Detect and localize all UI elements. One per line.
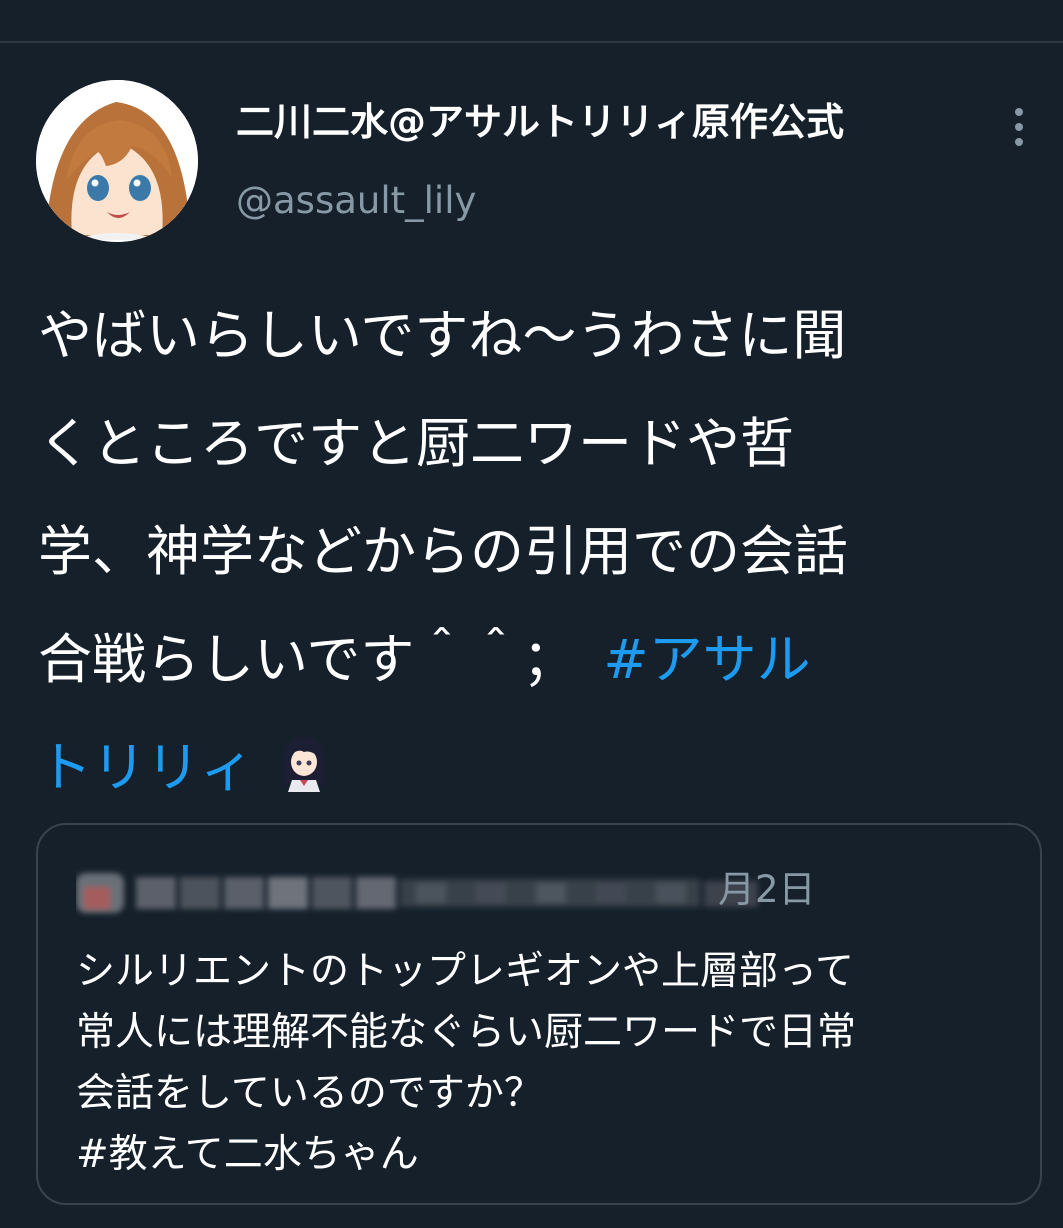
quoted-text-line: シルリエントのトップレギオンや上層部って <box>76 949 855 994</box>
author-handle[interactable]: @assault_lily <box>236 177 476 225</box>
tweet-text-line: 合戦らしいです＾＾； #アサル <box>38 606 1038 714</box>
quoted-text-line: 会話をしているのですか？ <box>76 1071 543 1116</box>
more-dot-icon <box>1015 123 1023 131</box>
tweet-body: やばいらしいですね〜うわさに聞 くところですと厨二ワードや哲 学、神学などからの… <box>38 282 1038 822</box>
hashtag-link[interactable]: #アサル <box>603 628 810 691</box>
tweet-text-line: やばいらしいですね〜うわさに聞 <box>38 304 847 367</box>
more-options-button[interactable] <box>1000 104 1040 150</box>
author-avatar[interactable] <box>36 80 198 242</box>
tweet-text-line: トリリィ <box>38 714 1038 822</box>
top-divider <box>0 41 1063 43</box>
quoted-text-line: 常人には理解不能なぐらい厨二ワードで日常 <box>76 1010 857 1055</box>
more-dot-icon <box>1015 138 1023 146</box>
author-display-name[interactable]: 二川二水@アサルトリリィ原作公式 <box>236 97 844 147</box>
avatar-illustration <box>36 80 198 242</box>
quoted-tweet-date: 月2日 <box>718 868 816 911</box>
quoted-hashtag[interactable]: #教えて二水ちゃん <box>76 1124 1016 1185</box>
tweet-text-line: 学、神学などからの引用での会話 <box>38 520 848 583</box>
tweet-text-segment: 合戦らしいです＾＾； <box>38 628 604 691</box>
character-emoji-icon <box>276 722 332 792</box>
quoted-tweet-body: シルリエントのトップレギオンや上層部って 常人には理解不能なぐらい厨二ワードで日… <box>76 941 1016 1185</box>
tweet-text-line: くところですと厨二ワードや哲 <box>38 412 794 475</box>
quoted-tweet-card[interactable]: 月2日 シルリエントのトップレギオンや上層部って 常人には理解不能なぐらい厨二ワ… <box>36 823 1042 1205</box>
more-dot-icon <box>1015 108 1023 116</box>
hashtag-link[interactable]: トリリィ <box>38 736 254 799</box>
